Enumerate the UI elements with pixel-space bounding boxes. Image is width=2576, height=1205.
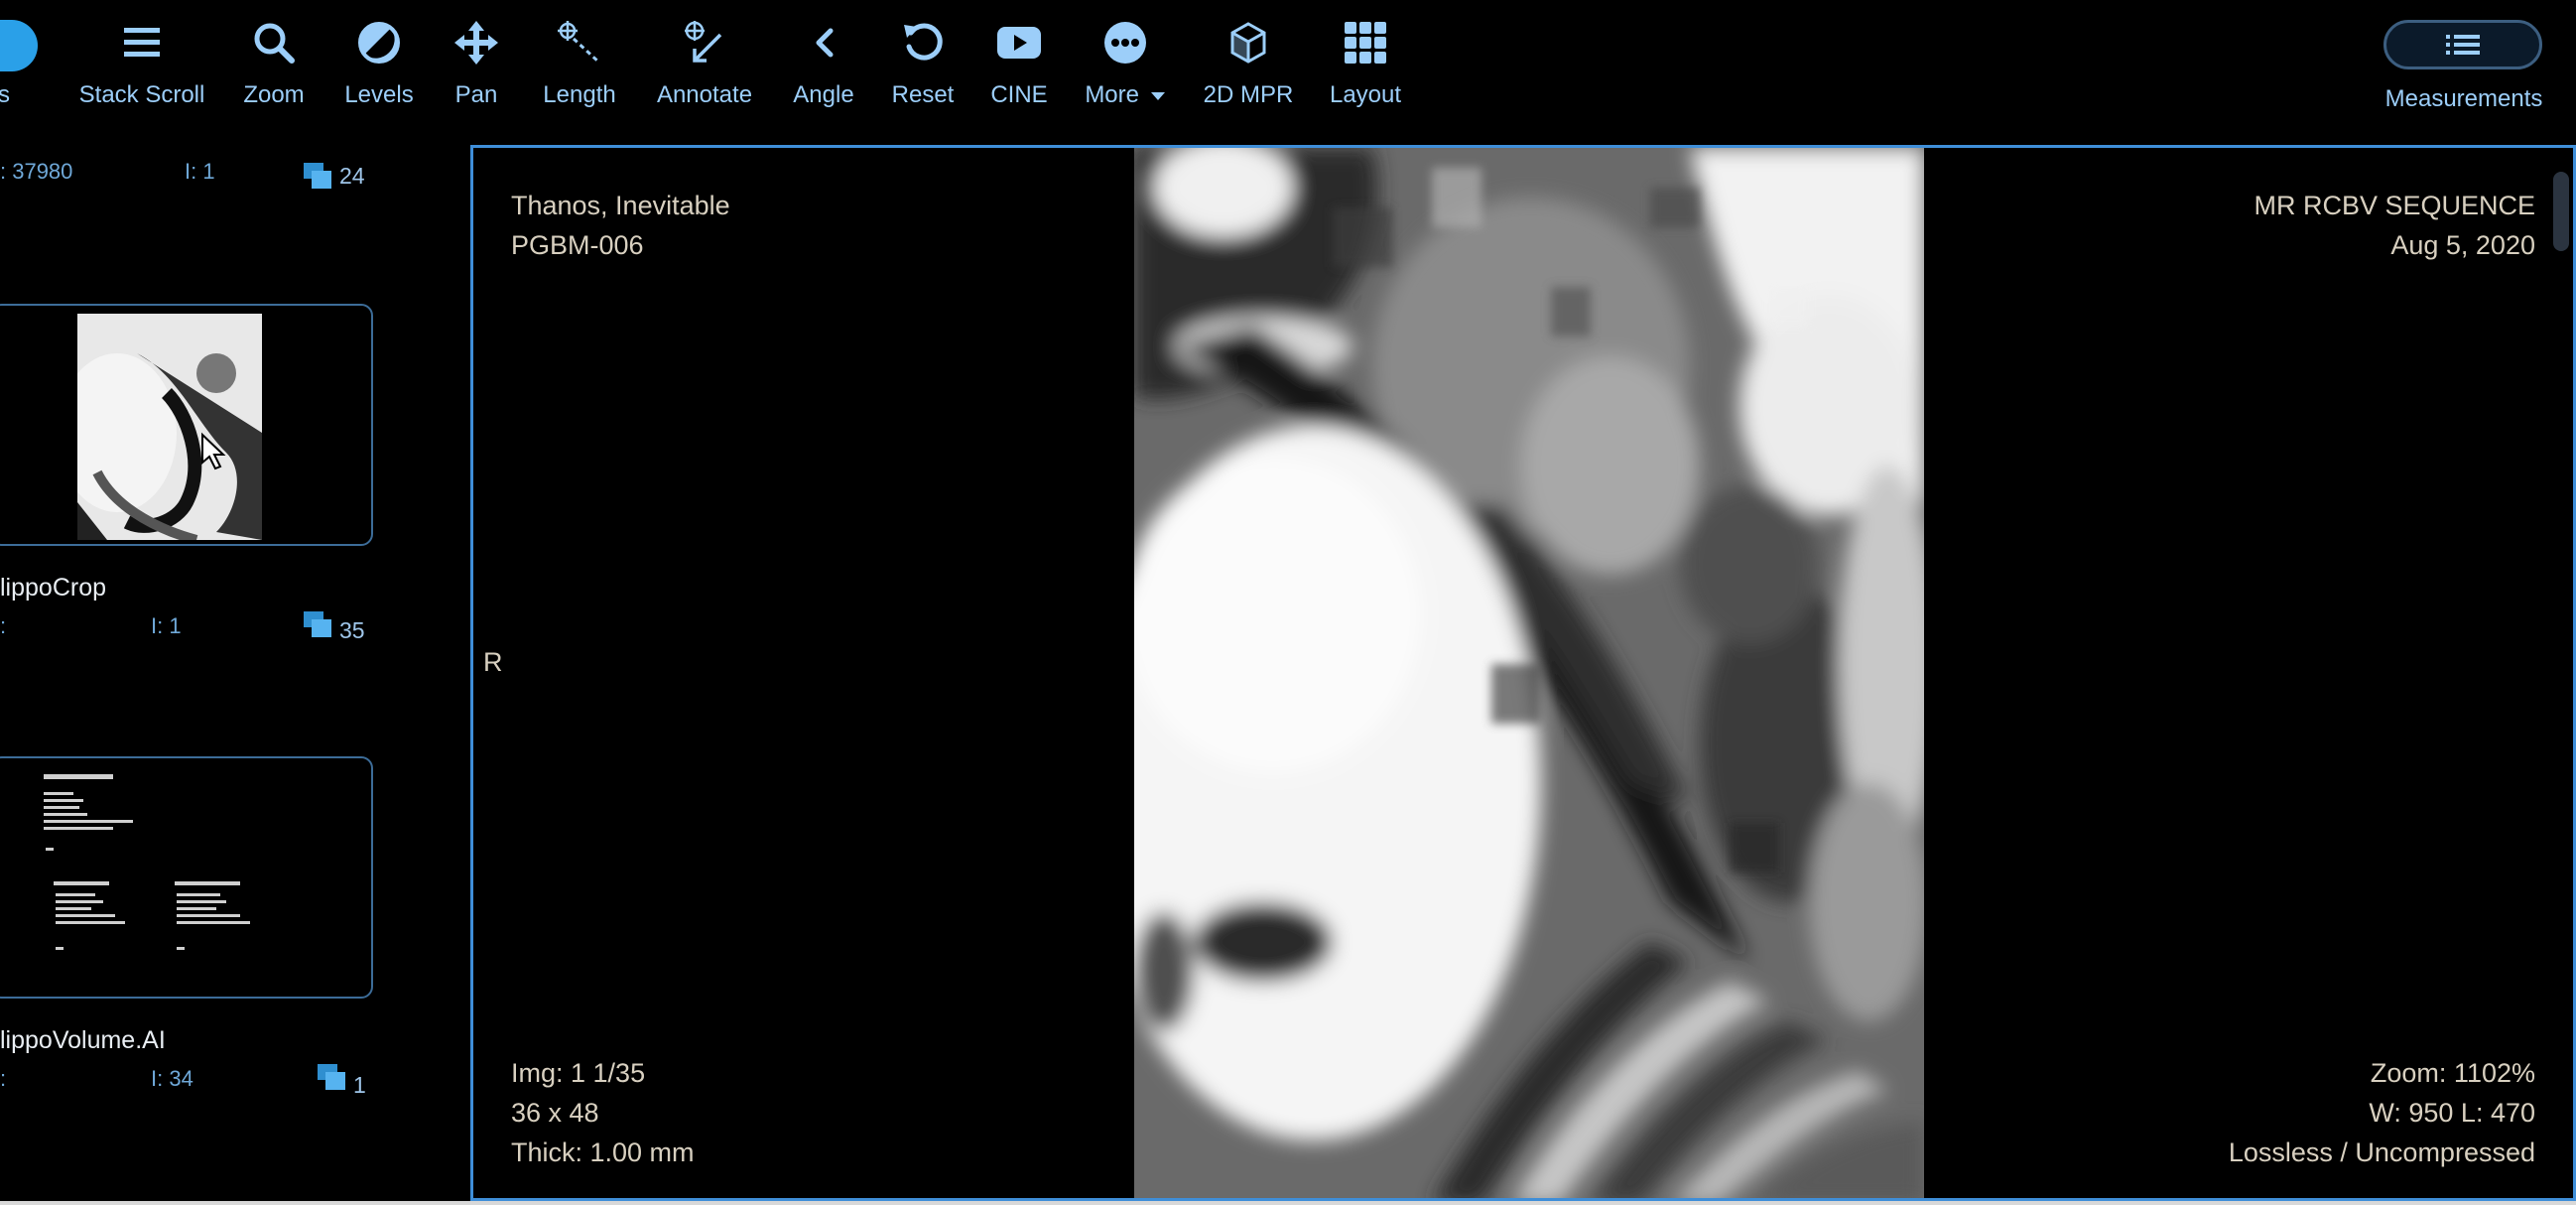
patient-id: PGBM-006 [511, 230, 644, 260]
mr-image-canvas [1134, 148, 1924, 1198]
series-thumbnail-hippocrop[interactable] [0, 304, 373, 546]
series-panel: : 37980 I: 1 24 lippoCrop : I: 1 35 lipp… [0, 147, 470, 1205]
annotate-label: Annotate [656, 81, 753, 108]
series-meta-instances: I: 1 [151, 613, 182, 638]
measurements-label: Measurements [2384, 85, 2543, 112]
study-date: Aug 5, 2020 [2390, 230, 2535, 260]
mr-image[interactable] [1134, 148, 1924, 1198]
length-label: Length [543, 81, 616, 108]
length-button[interactable]: Length [532, 16, 627, 115]
cut-off-tool-label: s [0, 81, 10, 108]
series-meta-study: : 37980 [0, 159, 73, 184]
stack-scroll-icon [115, 16, 169, 69]
more-label: More [1085, 81, 1165, 109]
cut-off-tool-icon[interactable] [0, 20, 38, 71]
stack-scroll-label: Stack Scroll [78, 81, 205, 108]
orientation-marker: R [483, 647, 503, 677]
overlay-bottom-left: Img: 1 1/35 36 x 48 Thick: 1.00 mm [511, 1053, 695, 1172]
compression-status: Lossless / Uncompressed [2228, 1138, 2535, 1167]
more-label-text: More [1085, 81, 1139, 108]
image-count: 35 [339, 617, 365, 643]
overlay-top-left: Thanos, Inevitable PGBM-006 [511, 186, 730, 265]
series-thumbnail-hippovolume[interactable] [0, 756, 373, 999]
layout-label: Layout [1329, 81, 1402, 108]
mpr-icon [1222, 16, 1275, 69]
annotate-button[interactable]: Annotate [649, 16, 760, 115]
window-level: W: 950 L: 470 [2369, 1098, 2535, 1128]
chevron-down-icon [1150, 91, 1165, 100]
mpr-button[interactable]: 2D MPR [1195, 16, 1302, 115]
series-description: MR RCBV SEQUENCE [2254, 191, 2535, 220]
mpr-label: 2D MPR [1203, 81, 1294, 108]
series-name: lippoVolume.AI [0, 1026, 166, 1054]
levels-icon [352, 16, 406, 69]
series-meta-study: : [0, 613, 7, 638]
series-meta-instances: I: 34 [151, 1066, 193, 1091]
patient-name: Thanos, Inevitable [511, 191, 730, 220]
bottom-edge-strip [0, 1201, 2576, 1205]
zoom-label: Zoom [243, 81, 305, 108]
levels-button[interactable]: Levels [337, 16, 421, 115]
layout-button[interactable]: Layout [1324, 16, 1407, 115]
image-viewport[interactable]: Thanos, Inevitable PGBM-006 MR RCBV SEQU… [470, 145, 2576, 1201]
cine-button[interactable]: CINE [982, 16, 1056, 115]
series-name: lippoCrop [0, 574, 107, 602]
viewport-scrollbar-thumb[interactable] [2553, 172, 2569, 251]
levels-label: Levels [344, 81, 414, 108]
image-index: Img: 1 1/35 [511, 1058, 646, 1088]
overlay-bottom-right: Zoom: 1102% W: 950 L: 470 Lossless / Unc… [2229, 1053, 2535, 1172]
thumbnail-report-image [32, 766, 329, 991]
main-toolbar: s Stack Scroll Zoom Levels Pan Length An… [0, 0, 2576, 147]
angle-label: Angle [793, 81, 854, 108]
thumbnail-image [77, 314, 262, 540]
annotate-icon [678, 16, 731, 69]
more-button[interactable]: More [1076, 16, 1175, 115]
reset-label: Reset [891, 81, 955, 108]
angle-button[interactable]: Angle [786, 16, 861, 115]
angle-icon [797, 16, 850, 69]
pan-label: Pan [454, 81, 498, 108]
image-stack-icon [318, 1064, 347, 1092]
reset-button[interactable]: Reset [883, 16, 963, 115]
list-icon [2446, 35, 2480, 55]
length-icon [553, 16, 606, 69]
image-count: 1 [353, 1072, 366, 1098]
series-meta-study: : [0, 1066, 7, 1091]
image-stack-icon [304, 611, 333, 639]
pan-icon [450, 16, 503, 69]
layout-icon [1339, 16, 1392, 69]
zoom-icon [247, 16, 301, 69]
pan-button[interactable]: Pan [449, 16, 504, 115]
image-stack-icon [304, 163, 333, 191]
stack-scroll-button[interactable]: Stack Scroll [73, 16, 210, 115]
overlay-top-right: MR RCBV SEQUENCE Aug 5, 2020 [2254, 186, 2535, 265]
reset-icon [896, 16, 950, 69]
series-meta-instances: I: 1 [185, 159, 215, 184]
zoom-level: Zoom: 1102% [2370, 1058, 2535, 1088]
more-icon [1098, 16, 1152, 69]
image-dimensions: 36 x 48 [511, 1098, 599, 1128]
image-count: 24 [339, 163, 365, 189]
measurements-toggle-button[interactable] [2383, 20, 2542, 69]
zoom-button[interactable]: Zoom [234, 16, 314, 115]
slice-thickness: Thick: 1.00 mm [511, 1138, 695, 1167]
cine-label: CINE [990, 81, 1048, 108]
cine-icon [992, 16, 1046, 69]
